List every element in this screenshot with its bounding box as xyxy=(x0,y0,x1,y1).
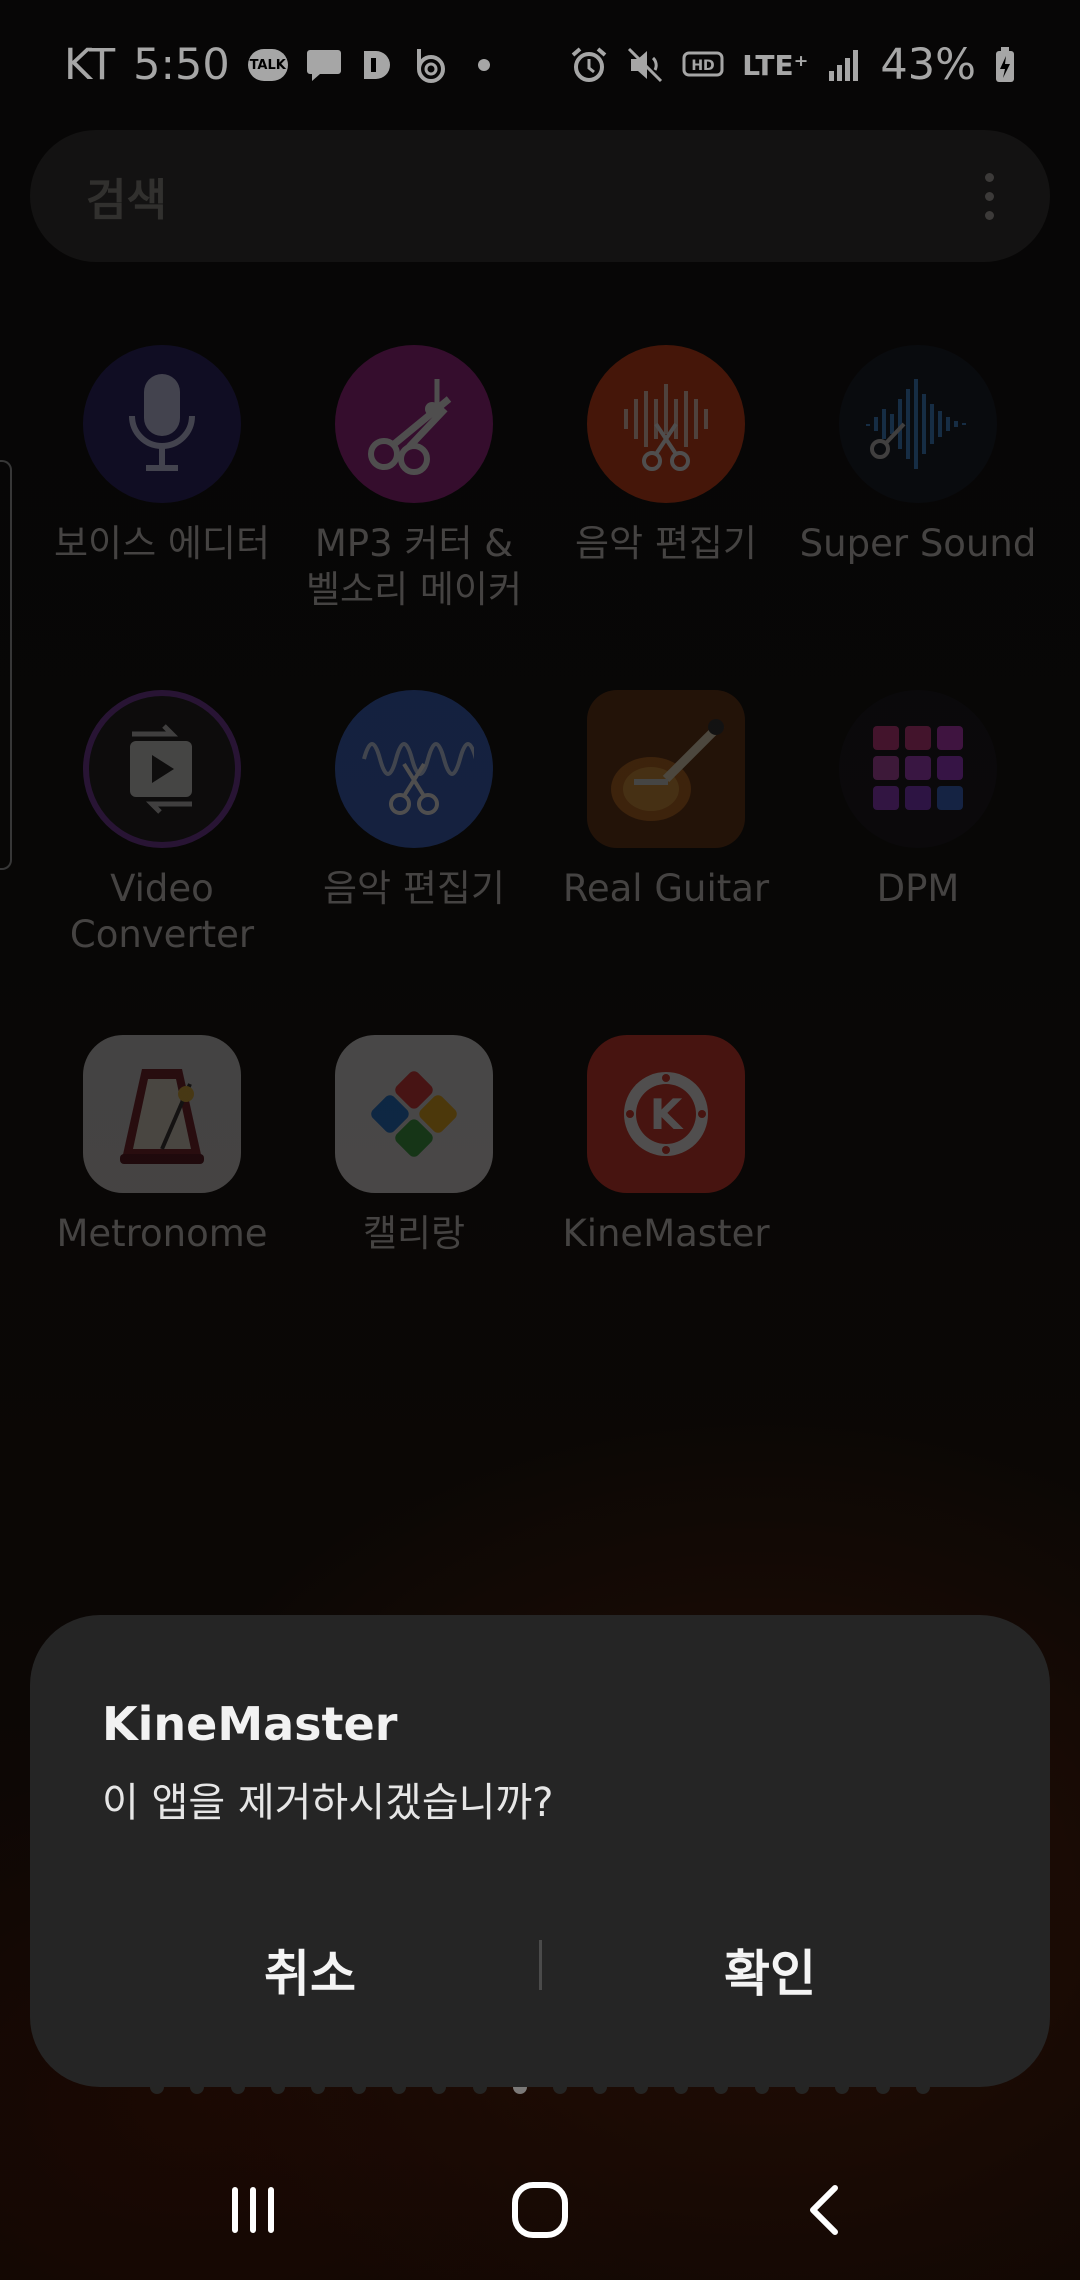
home-screen: KT 5:50 TALK HD LTE⁺ 43% 검색 보이스 에디터 MP3 … xyxy=(0,0,1080,2280)
recents-icon xyxy=(232,2187,275,2233)
navigation-bar xyxy=(0,2140,1080,2280)
button-divider xyxy=(539,1940,542,1990)
uninstall-dialog: KineMaster 이 앱을 제거하시겠습니까? 취소 확인 xyxy=(30,1615,1050,2087)
dialog-message: 이 앱을 제거하시겠습니까? xyxy=(102,1780,554,1826)
home-icon xyxy=(511,2182,568,2238)
confirm-button[interactable]: 확인 xyxy=(550,1915,990,2025)
cancel-button[interactable]: 취소 xyxy=(90,1915,530,2025)
back-button[interactable] xyxy=(767,2150,887,2270)
recents-button[interactable] xyxy=(193,2150,313,2270)
back-icon xyxy=(809,2185,838,2235)
dialog-title: KineMaster xyxy=(102,1697,398,1751)
home-button[interactable] xyxy=(480,2150,600,2270)
